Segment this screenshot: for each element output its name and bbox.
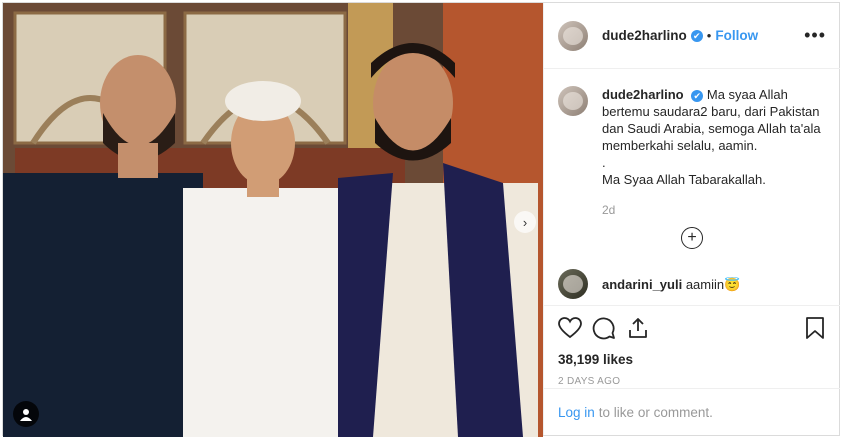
caption-text: dude2harlino ✔ Ma syaa Allah bertemu sau… [602, 86, 822, 219]
share-icon[interactable] [626, 316, 650, 345]
caption-username[interactable]: dude2harlino [602, 87, 684, 102]
load-more-comments: + [558, 227, 826, 249]
more-options-icon[interactable]: ••• [804, 25, 826, 46]
comment-icon[interactable] [592, 316, 616, 345]
post-photo[interactable]: › [3, 3, 543, 437]
header-username[interactable]: dude2harlino [602, 28, 687, 43]
login-link[interactable]: Log in [558, 405, 595, 420]
avatar[interactable] [558, 20, 588, 51]
follow-button[interactable]: Follow [715, 28, 758, 43]
caption-avatar[interactable] [558, 86, 588, 116]
bookmark-icon[interactable] [804, 316, 826, 345]
comment-avatar[interactable] [558, 269, 588, 299]
login-text: to like or comment. [598, 404, 713, 420]
plus-circle-icon[interactable]: + [681, 227, 703, 249]
action-icons [558, 316, 826, 344]
user-tag-icon[interactable] [13, 401, 39, 427]
comment-text: andarini_yuli aamiin😇 [602, 276, 822, 293]
like-count[interactable]: 38,199 likes [558, 352, 826, 367]
caption-break: . [602, 155, 606, 170]
caption-time[interactable]: 2d [602, 202, 822, 219]
separator-dot: • [706, 28, 712, 43]
next-arrow-icon[interactable]: › [514, 211, 536, 233]
login-prompt: Log in to like or comment. [544, 388, 840, 435]
action-bar: 38,199 likes 2 DAYS AGO [544, 305, 840, 387]
comments-section[interactable]: dude2harlino ✔ Ma syaa Allah bertemu sau… [544, 70, 840, 305]
heart-icon[interactable] [558, 316, 582, 345]
caption-line2: Ma Syaa Allah Tabarakallah. [602, 172, 766, 187]
verified-badge-icon: ✔ [690, 29, 703, 42]
comment-username[interactable]: andarini_yuli [602, 277, 682, 292]
photo-illustration [3, 3, 543, 437]
verified-badge-icon: ✔ [691, 89, 704, 102]
comment-body: aamiin😇 [685, 276, 741, 292]
comment-row: andarini_yuli aamiin😇 [558, 269, 826, 299]
post-sidebar: dude2harlino ✔ • Follow ••• dude2harlino… [543, 3, 840, 435]
post-card: › dude2harlino ✔ • Follow ••• dude2harli… [2, 2, 840, 437]
post-date[interactable]: 2 DAYS AGO [558, 376, 826, 387]
post-header: dude2harlino ✔ • Follow ••• [544, 3, 840, 69]
caption-row: dude2harlino ✔ Ma syaa Allah bertemu sau… [558, 86, 826, 219]
